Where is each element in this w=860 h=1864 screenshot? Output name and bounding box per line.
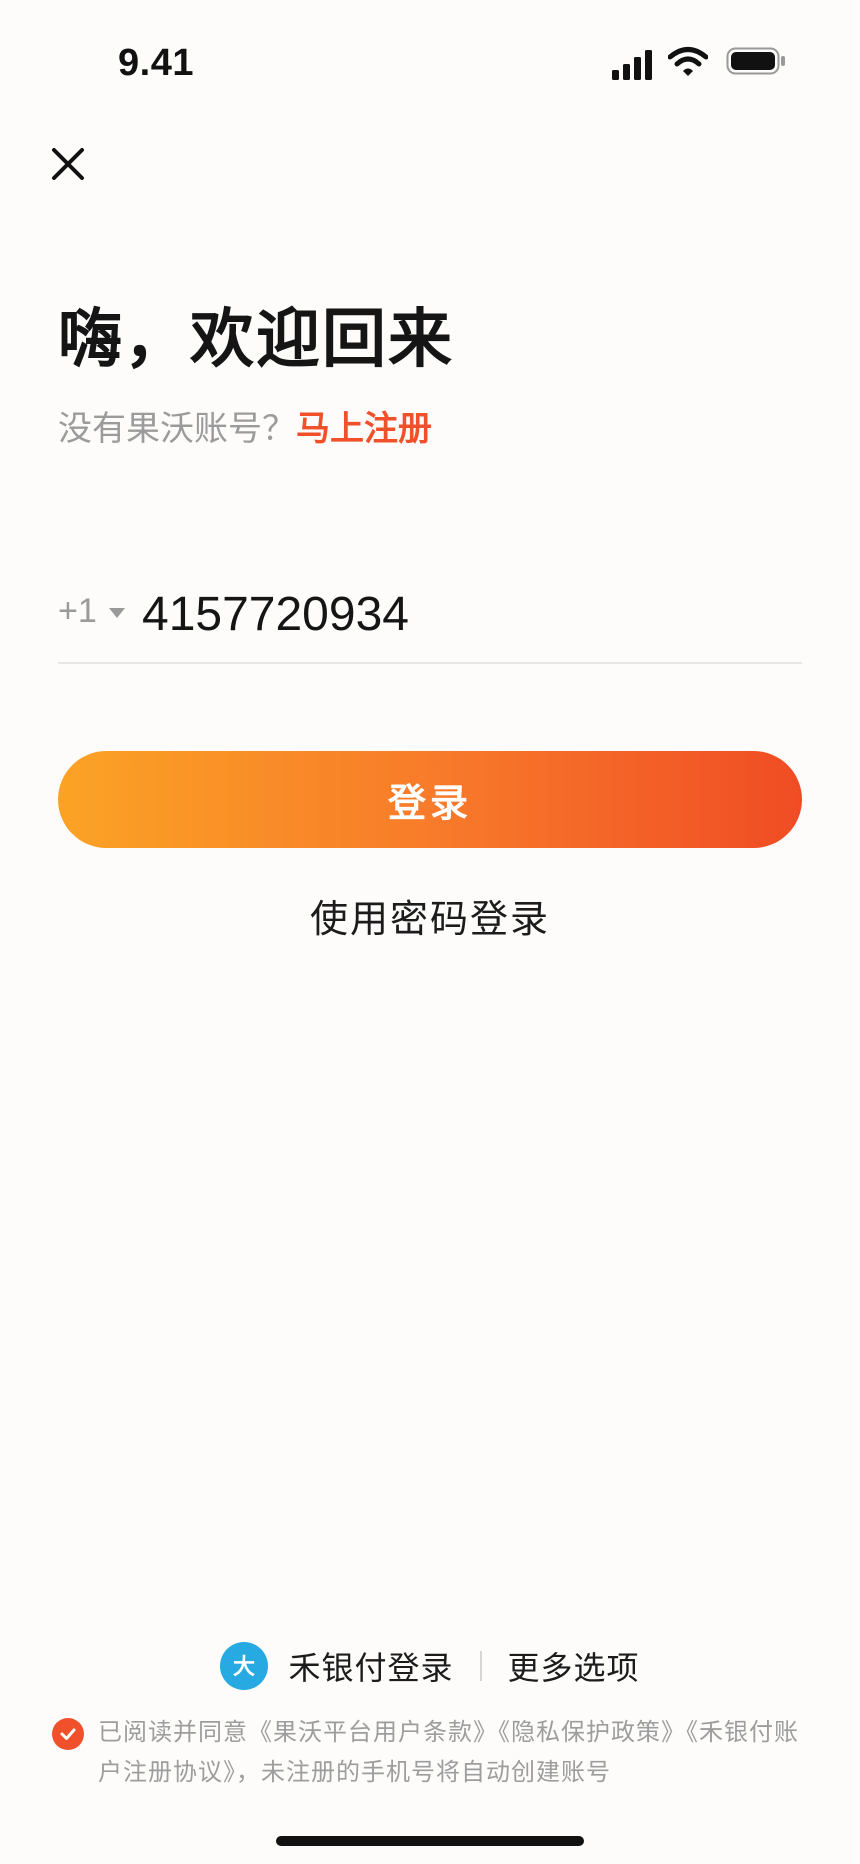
status-bar: 9.41	[0, 0, 860, 130]
status-time: 9.41	[118, 42, 194, 84]
heyinfu-login-label: 禾银付登录	[288, 1649, 454, 1687]
register-prompt: 没有果沃账号？	[58, 409, 296, 449]
terms-link[interactable]: 《果沃平台用户条款》	[248, 1718, 498, 1746]
heyinfu-logo-text: 大	[233, 1655, 255, 1680]
country-code: +1	[58, 592, 97, 630]
login-button[interactable]: 登录	[58, 751, 802, 848]
page-title: 嗨，欢迎回来	[58, 303, 454, 377]
agreement-suffix: ，未注册的手机号将自动创建账号	[236, 1758, 611, 1786]
phone-field: +1	[58, 578, 802, 664]
close-icon	[52, 148, 84, 180]
heyinfu-logo-icon: 大	[220, 1642, 269, 1690]
agreement-row: 已阅读并同意《果沃平台用户条款》《隐私保护政策》《禾银付账户注册协议》，未注册的…	[52, 1712, 812, 1792]
more-options-link[interactable]: 更多选项	[508, 1643, 640, 1689]
agreement-text: 已阅读并同意《果沃平台用户条款》《隐私保护政策》《禾银付账户注册协议》，未注册的…	[98, 1712, 812, 1792]
register-link[interactable]: 马上注册	[296, 409, 432, 449]
wifi-icon	[668, 47, 708, 76]
register-row: 没有果沃账号？马上注册	[58, 406, 432, 452]
alt-login-row: 大 禾银付登录 更多选项	[0, 1640, 860, 1692]
divider	[479, 1651, 482, 1681]
privacy-link[interactable]: 《隐私保护政策》	[498, 1718, 686, 1746]
agreement-prefix: 已阅读并同意	[98, 1718, 248, 1746]
password-login-link[interactable]: 使用密码登录	[0, 888, 860, 943]
checkmark-icon	[60, 1728, 76, 1740]
close-button[interactable]	[44, 140, 92, 188]
home-indicator	[276, 1836, 584, 1846]
signal-icon	[612, 50, 652, 80]
battery-icon	[726, 47, 785, 75]
phone-input[interactable]	[142, 578, 782, 650]
chevron-down-icon	[108, 607, 125, 618]
country-code-selector[interactable]: +1	[58, 592, 125, 631]
agree-checkbox[interactable]	[52, 1718, 84, 1750]
heyinfu-login-button[interactable]: 大 禾银付登录	[220, 1642, 453, 1690]
